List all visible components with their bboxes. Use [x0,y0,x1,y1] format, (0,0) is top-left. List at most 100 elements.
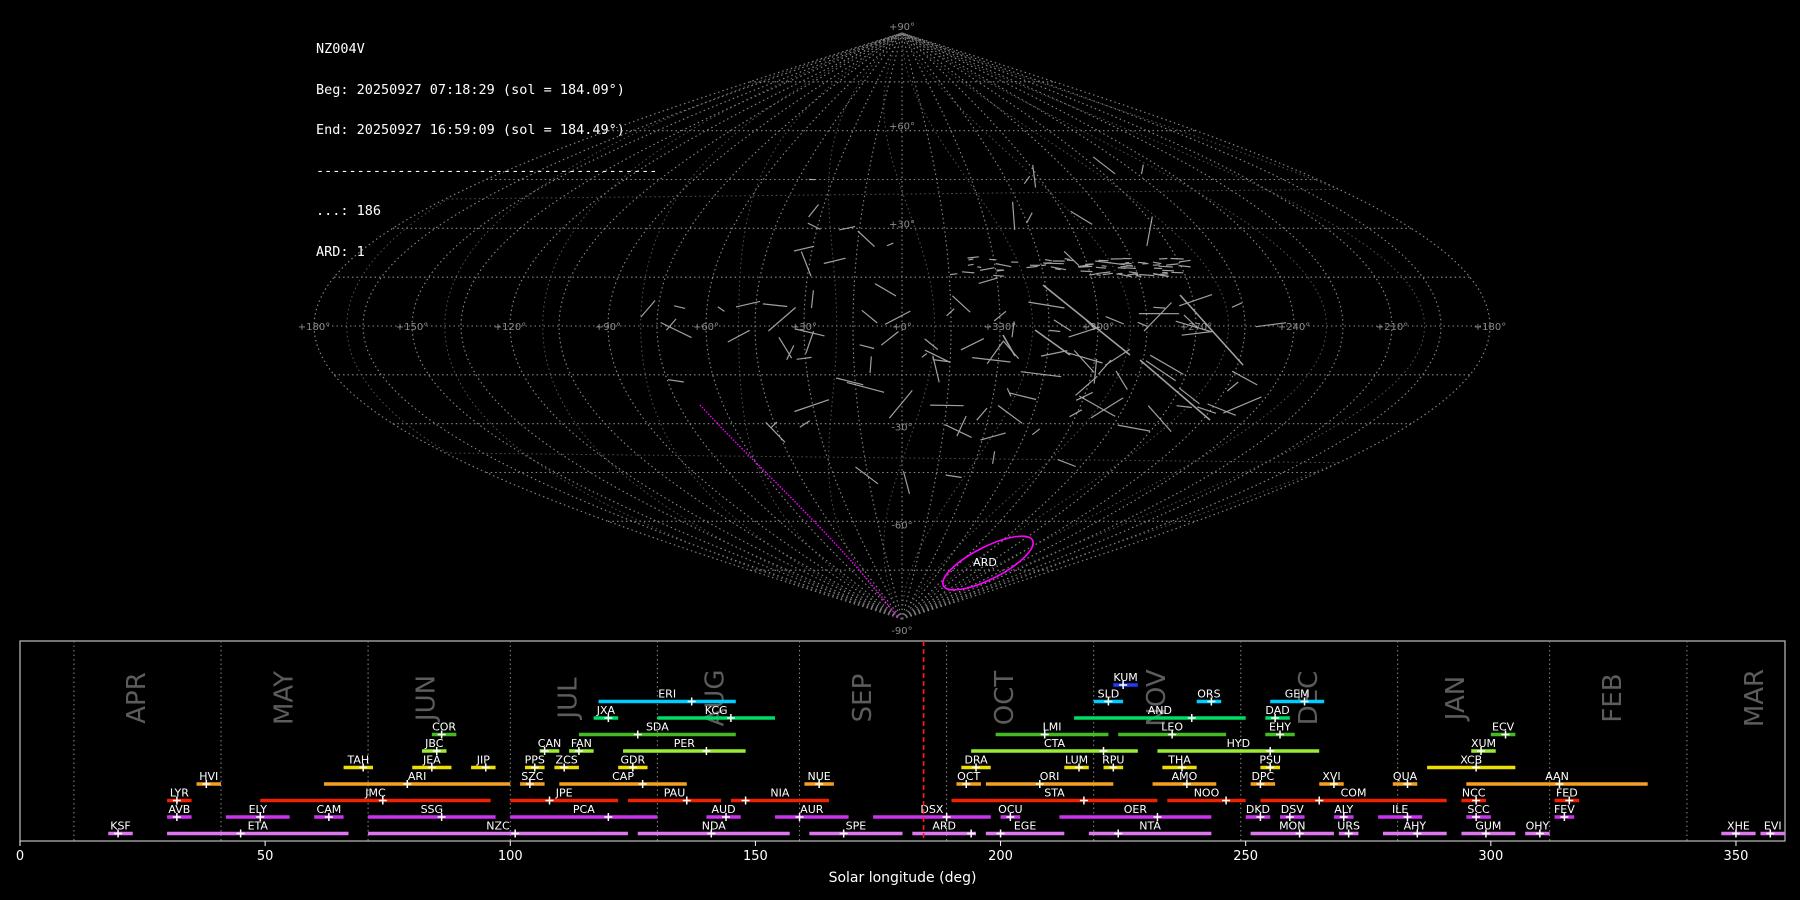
shower-label: OER [1124,803,1148,816]
meteor-trail [660,321,692,339]
meteor-trail [1028,301,1065,309]
shower-label: TAH [346,754,369,767]
meteor-trail [1123,267,1136,269]
x-tick-label: 250 [1233,849,1258,864]
meteor-trail [1127,273,1138,276]
meteor-trail [902,470,911,494]
meteor-trail [1070,210,1093,225]
shower-label: EVI [1764,820,1782,833]
shower-ors: ORS [1196,688,1222,706]
shower-sld: SLD [1093,688,1124,706]
shower-label: KSF [110,820,131,833]
meteor-trail [1125,265,1133,267]
shower-cor: COR [431,721,456,739]
shower-label: CTA [1044,737,1066,750]
meteor-trail [1178,265,1191,268]
lat-label: +90° [889,22,915,33]
meteor-trail [946,308,955,317]
meridian-line [362,32,903,620]
shower-jxa: JXA [593,704,619,722]
meteor-trail [1135,274,1142,278]
meteor-trail [810,290,814,308]
shower-label: NDA [702,820,727,833]
lon-label: +120° [494,322,526,333]
meteor-trail [967,263,974,266]
month-label: MAY [269,671,299,725]
meteor-trail [673,305,686,309]
shower-label: PCA [573,803,595,816]
shower-label: ERI [658,688,676,701]
meteor-trail [1053,319,1072,332]
meteor-trail [1101,265,1107,267]
meteor-trail [978,277,998,284]
shower-label: COM [1341,787,1367,800]
lat-label: -90° [891,626,912,637]
meteor-trail [794,399,830,413]
meteor-trail [1095,266,1106,269]
shower-label: DKD [1246,803,1270,816]
shower-label: AUR [800,803,824,816]
meteor-trail [808,204,819,218]
meteor-trail [1073,349,1095,373]
shower-label: QUA [1393,770,1418,783]
shower-label: ETA [248,820,269,833]
shower-psu: PSU [1259,754,1281,772]
shower-lyr: LYR [167,787,192,805]
meteor-trail [1142,262,1149,265]
month-label: SEP [848,674,878,723]
shower-label: STA [1044,787,1065,800]
meteor-trail [993,274,1005,277]
shower-label: EGE [1014,820,1036,833]
shower-label: DAD [1265,704,1289,717]
meteor-trail [1137,261,1147,264]
shower-rpu: RPU [1102,754,1124,772]
shower-label: GDR [621,754,646,767]
meteor-trail [949,273,958,276]
meteor-trail [1226,381,1239,392]
shower-label: JIP [476,754,490,767]
shower-xum: XUM [1471,737,1496,755]
meteor-trail [762,303,788,308]
shower-aly: ALY [1333,803,1354,821]
meteor-trail [1020,371,1062,378]
shower-label: PER [674,737,696,750]
meteor-trail [805,330,815,354]
meteor-trail [1006,387,1012,397]
meteor-trail [1002,334,1016,357]
shower-label: DPC [1251,770,1274,783]
shower-label: ARI [408,770,426,783]
shower-label: NOO [1194,787,1220,800]
meteor-trail [1117,424,1151,432]
shower-label: NIA [770,787,789,800]
shower-label: LYR [170,787,189,800]
meteor-trail [793,245,815,252]
shower-label: AUD [712,803,736,816]
shower-label: COR [432,721,456,734]
shower-label: XUM [1471,737,1496,750]
shower-label: EHY [1269,721,1291,734]
meteor-trails [640,156,1287,494]
shower-label: DSV [1281,803,1304,816]
shower-label: THA [1167,754,1191,767]
shower-label: SSG [421,803,444,816]
shower-xvi: XVI [1319,770,1344,788]
shower-label: ORS [1197,688,1220,701]
shower-label: FED [1556,787,1578,800]
x-tick-label: 300 [1478,849,1503,864]
month-label: FEB [1598,673,1628,722]
meteor-trail [1125,261,1130,264]
meteor-trail [861,309,878,324]
lon-label: +0° [892,322,912,333]
x-tick-label: 200 [988,849,1013,864]
meteor-trail [961,271,975,274]
meteor-trail [1092,156,1116,175]
shower-label: GUM [1475,820,1501,833]
shower-can: CAN [538,737,561,755]
shower-label: JMC [364,787,386,800]
meteor-trail [1179,259,1191,263]
shower-fan: FAN [569,737,594,755]
shower-label: ALY [1334,803,1353,816]
shower-label: JEA [422,754,441,767]
shower-dkd: DKD [1245,803,1271,821]
shower-label: XVI [1322,770,1340,783]
